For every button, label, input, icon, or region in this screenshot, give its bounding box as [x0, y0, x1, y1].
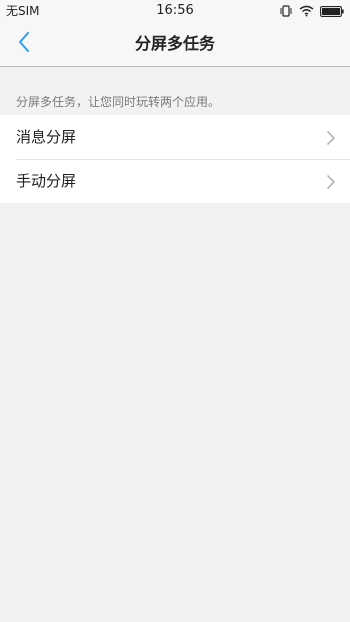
- status-icons: [279, 4, 344, 18]
- chevron-right-icon: [326, 130, 336, 145]
- description-text: 分屏多任务，让您同时玩转两个应用。: [16, 95, 221, 109]
- list-item-label: 手动分屏: [16, 172, 77, 190]
- vibrate-icon: [279, 5, 293, 17]
- wifi-icon: [299, 5, 314, 17]
- nav-bar: 分屏多任务: [0, 22, 350, 67]
- list-item-message-split[interactable]: 消息分屏: [0, 115, 350, 159]
- settings-list: 消息分屏 手动分屏: [0, 115, 350, 203]
- list-item-label: 消息分屏: [16, 128, 77, 146]
- battery-icon: [320, 5, 344, 17]
- page-title: 分屏多任务: [134, 34, 215, 53]
- chevron-right-icon: [326, 174, 336, 189]
- list-item-manual-split[interactable]: 手动分屏: [0, 159, 350, 203]
- status-bar: 无SIM 16:56: [0, 0, 350, 22]
